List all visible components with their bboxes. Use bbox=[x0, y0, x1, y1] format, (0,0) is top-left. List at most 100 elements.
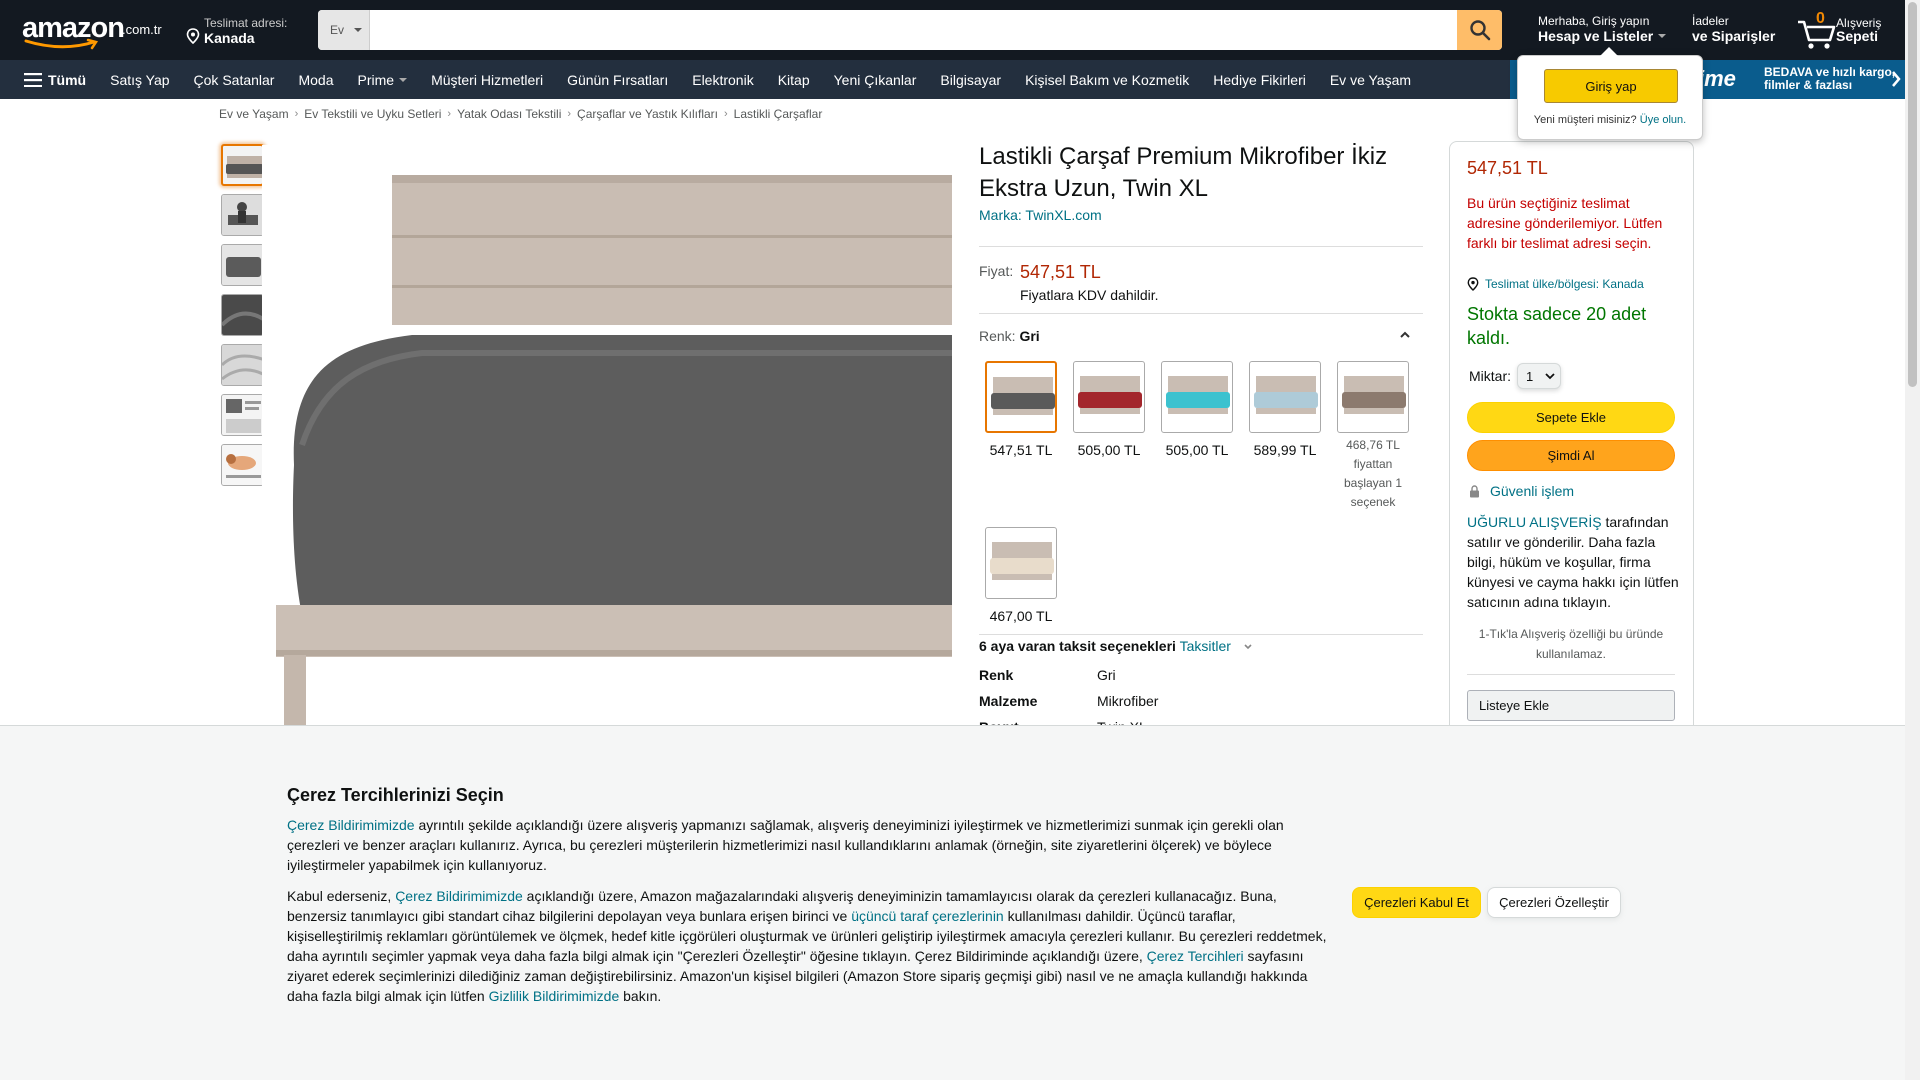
all-menu-button[interactable]: Tümü bbox=[24, 72, 98, 88]
cookie-title: Çerez Tercihlerinizi Seçin bbox=[287, 785, 504, 805]
customize-cookies-button[interactable]: Çerezleri Özelleştir bbox=[1487, 887, 1621, 918]
delivery-warning: Bu ürün seçtiğiniz teslimat adresine gön… bbox=[1467, 195, 1663, 251]
subnav-item-8[interactable]: Yeni Çıkanlar bbox=[822, 72, 929, 88]
breadcrumb-link[interactable]: Lastikli Çarşaflar bbox=[734, 107, 823, 121]
thumbnail-2[interactable] bbox=[221, 194, 264, 236]
search-button[interactable] bbox=[1457, 10, 1502, 50]
stock-status: Stokta sadece 20 adet kaldı. bbox=[1467, 304, 1647, 348]
subnav-item-label: Kişisel Bakım ve Kozmetik bbox=[1025, 71, 1190, 88]
thumbnail-7[interactable] bbox=[221, 444, 264, 486]
search-icon bbox=[1469, 20, 1490, 41]
subnav-item-12[interactable]: Ev ve Yaşam bbox=[1318, 72, 1423, 88]
subnav-item-label: Ev ve Yaşam bbox=[1329, 71, 1412, 88]
thumbnail-6[interactable] bbox=[221, 394, 264, 436]
swatch-price: 547,51 TL bbox=[989, 442, 1053, 458]
divider bbox=[1467, 674, 1675, 675]
thumbnail-4[interactable] bbox=[221, 294, 264, 336]
color-label: Renk: bbox=[979, 328, 1016, 344]
page-scrollbar[interactable] bbox=[1905, 0, 1920, 1080]
register-link[interactable]: Üye olun. bbox=[1640, 114, 1686, 126]
add-to-cart-button[interactable]: Sepete Ekle bbox=[1467, 402, 1675, 433]
search-category-dropdown[interactable]: Ev bbox=[318, 10, 370, 50]
delivery-label: Teslimat adresi: bbox=[204, 16, 288, 30]
swatch-price: 467,00 TL bbox=[989, 608, 1053, 624]
color-value: Gri bbox=[1019, 328, 1040, 344]
thumbnail-5[interactable] bbox=[221, 344, 264, 386]
accept-cookies-button[interactable]: Çerezleri Kabul Et bbox=[1352, 887, 1481, 918]
orders-label: ve Siparişler bbox=[1692, 28, 1776, 44]
swatch-red[interactable]: 505,00 TL bbox=[1073, 361, 1145, 458]
chevron-down-icon bbox=[1244, 644, 1252, 650]
seller-info: UĞURLU ALIŞVERİŞ tarafından satılır ve g… bbox=[1467, 512, 1682, 612]
seller-link[interactable]: UĞURLU ALIŞVERİŞ bbox=[1467, 514, 1602, 530]
subnav-item-11[interactable]: Hediye Fikirleri bbox=[1201, 72, 1318, 88]
brand-link[interactable]: Marka: TwinXL.com bbox=[979, 207, 1102, 223]
delivery-location-link[interactable]: Teslimat ülke/bölgesi: Kanada bbox=[1467, 277, 1644, 291]
subnav-item-label: Günün Fırsatları bbox=[567, 71, 669, 88]
breadcrumb-separator: › bbox=[567, 108, 572, 120]
installment-info: 6 aya varan taksit seçenekleri Taksitler bbox=[979, 638, 1253, 654]
cookie-notice-link[interactable]: Çerez Bildirimimizde bbox=[395, 888, 523, 904]
swatch-cream[interactable]: 467,00 TL bbox=[985, 527, 1057, 624]
subnav-item-1[interactable]: Çok Satanlar bbox=[182, 72, 287, 88]
spec-row: Malzeme Mikrofiber bbox=[979, 693, 1158, 709]
scrollbar-thumb[interactable] bbox=[1908, 2, 1917, 387]
account-label: Hesap ve Listeler bbox=[1538, 28, 1654, 44]
signin-button[interactable]: Giriş yap bbox=[1544, 69, 1678, 103]
lock-icon bbox=[1470, 484, 1479, 497]
privacy-notice-link[interactable]: Gizlilik Bildirimimizde bbox=[489, 988, 620, 1004]
breadcrumb-link[interactable]: Ev Tekstili ve Uyku Setleri bbox=[304, 107, 441, 121]
swatch-light-blue[interactable]: 589,99 TL bbox=[1249, 361, 1321, 458]
top-nav: amazon .com.tr Teslimat adresi: Kanada E… bbox=[0, 0, 1920, 60]
swatch-taupe[interactable]: 468,76 TL fiyattan başlayan 1 seçenek bbox=[1337, 361, 1409, 512]
caret-down-icon bbox=[399, 77, 408, 82]
installment-link[interactable]: Taksitler bbox=[1180, 638, 1231, 654]
divider bbox=[979, 634, 1423, 635]
swatch-turquoise[interactable]: 505,00 TL bbox=[1161, 361, 1233, 458]
cookie-text: bakın. bbox=[619, 988, 662, 1004]
location-pin-icon bbox=[1467, 277, 1479, 291]
buy-now-button[interactable]: Şimdi Al bbox=[1467, 440, 1675, 471]
quantity-label: Miktar: bbox=[1469, 368, 1511, 384]
secure-transaction[interactable]: Güvenli işlem bbox=[1469, 483, 1574, 499]
cart-button[interactable]: 0 Alışveriş Sepeti bbox=[1796, 10, 1906, 52]
subnav-item-6[interactable]: Elektronik bbox=[680, 72, 765, 88]
swatch-price-text: fiyattan bbox=[1353, 457, 1393, 471]
account-lists-menu[interactable]: Merhaba, Giriş yapın Hesap ve Listeler bbox=[1538, 14, 1678, 44]
thumbnail-3[interactable] bbox=[221, 244, 264, 286]
subnav-item-7[interactable]: Kitap bbox=[766, 72, 822, 88]
quantity-dropdown[interactable]: 1 bbox=[1517, 363, 1561, 389]
add-to-list-button[interactable]: Listeye Ekle bbox=[1467, 690, 1675, 721]
breadcrumb-link[interactable]: Yatak Odası Tekstili bbox=[457, 107, 561, 121]
third-party-cookies-link[interactable]: üçüncü taraf çerezlerinin bbox=[851, 908, 1004, 924]
color-selector-header[interactable]: Renk: Gri bbox=[979, 328, 1419, 344]
buybox-price: 547,51 TL bbox=[1467, 158, 1548, 178]
subnav-item-3[interactable]: Prime bbox=[346, 72, 420, 88]
vat-note: Fiyatlara KDV dahildir. bbox=[1020, 287, 1159, 303]
thumbnail-1[interactable] bbox=[221, 144, 264, 186]
cookie-notice-link[interactable]: Çerez Bildirimimizde bbox=[287, 817, 415, 833]
amazon-logo[interactable]: amazon .com.tr bbox=[22, 12, 162, 50]
cookie-paragraph-2: Kabul ederseniz, Çerez Bildirimimizde aç… bbox=[287, 886, 1332, 1006]
subnav-item-2[interactable]: Moda bbox=[286, 72, 345, 88]
subnav-item-10[interactable]: Kişisel Bakım ve Kozmetik bbox=[1013, 72, 1201, 88]
subnav-item-9[interactable]: Bilgisayar bbox=[928, 72, 1013, 88]
subnav-item-label: Çok Satanlar bbox=[193, 71, 275, 88]
delivery-address[interactable]: Teslimat adresi: Kanada bbox=[184, 14, 304, 48]
returns-label: İadeler bbox=[1692, 14, 1729, 28]
search-input[interactable] bbox=[370, 10, 1457, 50]
swatch-gray[interactable]: 547,51 TL bbox=[985, 361, 1057, 458]
cookie-preferences-link[interactable]: Çerez Tercihleri bbox=[1147, 948, 1244, 964]
cookie-paragraph-1: Çerez Bildirimimizde ayrıntılı şekilde a… bbox=[287, 815, 1332, 875]
subnav-item-5[interactable]: Günün Fırsatları bbox=[555, 72, 680, 88]
swatch-price: 505,00 TL bbox=[1077, 442, 1141, 458]
breadcrumb-link[interactable]: Çarşaflar ve Yastık Kılıfları bbox=[577, 107, 718, 121]
subnav-item-0[interactable]: Satış Yap bbox=[98, 72, 181, 88]
subnav-item-4[interactable]: Müşteri Hizmetleri bbox=[419, 72, 555, 88]
divider bbox=[979, 313, 1423, 314]
main-product-image[interactable] bbox=[262, 145, 952, 725]
spec-key: Renk bbox=[979, 667, 1014, 683]
breadcrumb-link[interactable]: Ev ve Yaşam bbox=[219, 107, 289, 121]
returns-orders[interactable]: İadeler ve Siparişler bbox=[1692, 14, 1775, 44]
swatch-price: 589,99 TL bbox=[1253, 442, 1317, 458]
